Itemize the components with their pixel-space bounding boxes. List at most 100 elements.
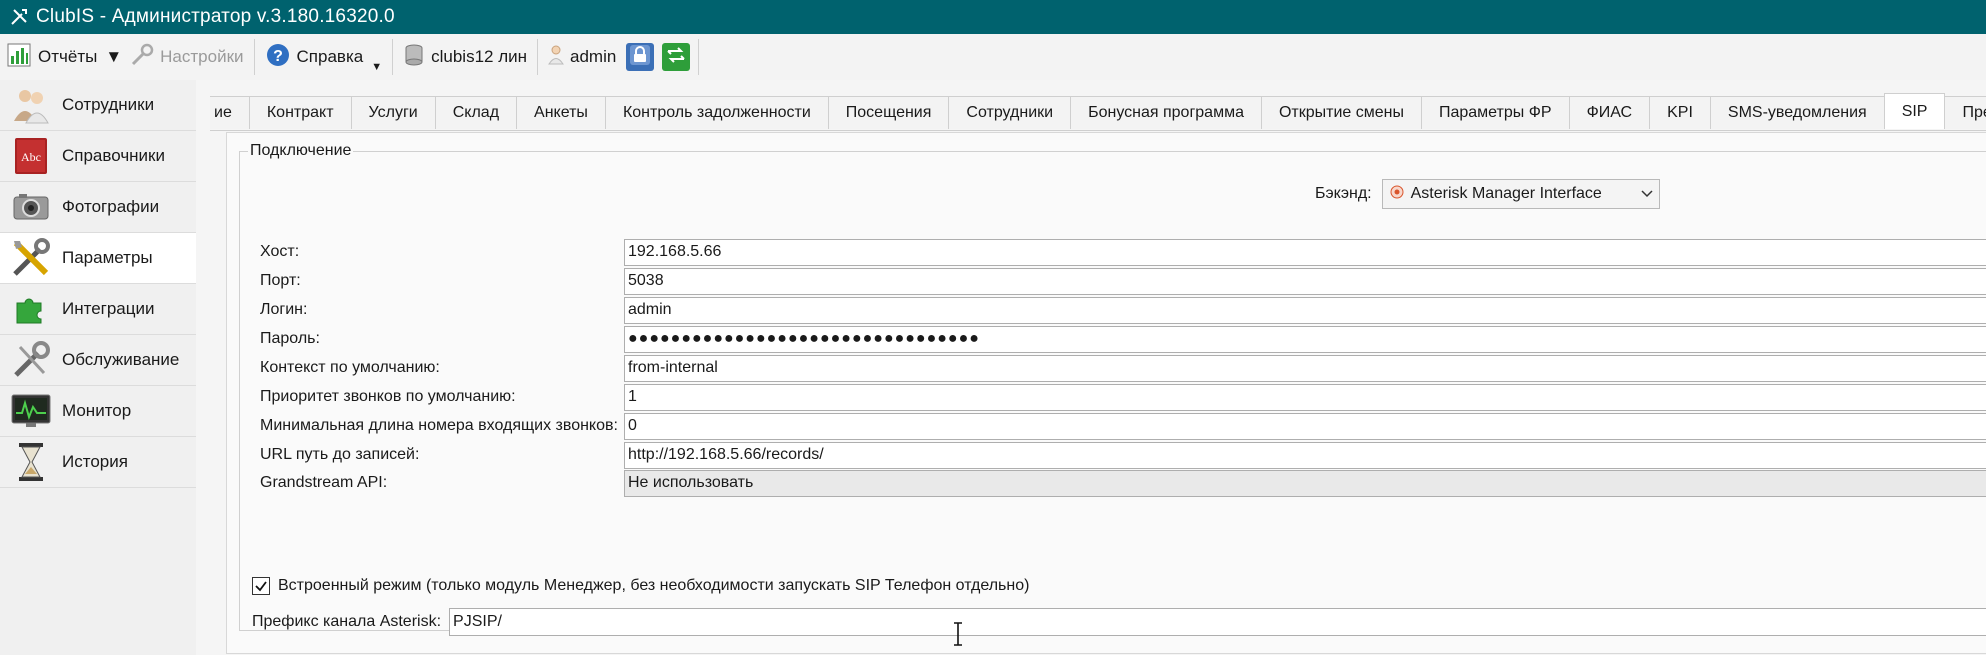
tab-warehouse[interactable]: Склад	[434, 96, 518, 129]
tab-fiscal-params[interactable]: Параметры ФР	[1420, 96, 1570, 129]
lock-icon	[629, 44, 651, 71]
settings-label: Настройки	[160, 47, 244, 66]
toolbar-divider	[253, 39, 255, 75]
sidebar-item-label: Справочники	[62, 146, 165, 165]
tab-services[interactable]: Услуги	[350, 96, 436, 129]
tab-kpi[interactable]: KPI	[1649, 96, 1711, 129]
tab-visits[interactable]: Посещения	[827, 96, 950, 129]
svg-text:?: ?	[273, 48, 283, 65]
puzzle-icon	[10, 288, 52, 330]
help-button[interactable]: ? Справка ▼	[259, 37, 389, 77]
context-row: Контекст по умолчанию: from-internal	[260, 354, 1986, 382]
toolbar: Отчёты ▼ Настройки ? Справка ▼ clubis12 …	[0, 34, 1986, 81]
tab-questionnaires[interactable]: Анкеты	[516, 96, 606, 129]
port-row: Порт: 5038	[260, 267, 1986, 295]
connection-group: Подключение Бэкэнд: Asterisk Manager Int…	[239, 142, 1986, 631]
host-label: Хост:	[260, 243, 300, 260]
window-title: ClubIS - Администратор v.3.180.16320.0	[36, 6, 395, 27]
records-url-label: URL путь до записей:	[260, 446, 420, 463]
embedded-mode-row: Встроенный режим (только модуль Менеджер…	[252, 577, 1029, 595]
toolbar-divider	[537, 39, 539, 75]
host-row: Хост: 192.168.5.66	[260, 238, 1986, 266]
backend-row: Бэкэнд: Asterisk Manager Interface	[1315, 179, 1660, 209]
app-tools-icon	[8, 6, 30, 28]
priority-input[interactable]: 1	[624, 383, 1986, 411]
database-icon	[403, 43, 425, 72]
database-label: clubis12 лин	[431, 47, 528, 66]
help-label: Справка	[296, 47, 364, 66]
user-label: admin	[570, 47, 617, 66]
reports-button[interactable]: Отчёты	[0, 37, 103, 77]
port-input[interactable]: 5038	[624, 267, 1986, 295]
camera-icon	[10, 186, 52, 228]
tab-shift-opening[interactable]: Открытие смены	[1260, 96, 1422, 129]
tab-sms[interactable]: SMS-уведомления	[1709, 96, 1885, 129]
embedded-mode-checkbox[interactable]	[252, 577, 270, 595]
wrench-icon	[130, 43, 154, 72]
caret-down-icon: ▼	[105, 47, 123, 66]
channel-prefix-label: Префикс канала Asterisk:	[252, 613, 442, 630]
login-input[interactable]: admin	[624, 296, 1986, 324]
settings-button[interactable]: Настройки	[124, 37, 249, 77]
reports-label: Отчёты	[38, 47, 98, 66]
sidebar-item-directories[interactable]: Abc Справочники	[0, 131, 196, 182]
sidebar-item-history[interactable]: История	[0, 437, 196, 488]
sidebar-item-label: Фотографии	[62, 197, 160, 216]
host-input[interactable]: 192.168.5.66	[624, 238, 1986, 266]
sidebar-item-label: Обслуживание	[62, 350, 180, 369]
hourglass-icon	[10, 441, 52, 483]
sidebar-item-label: Монитор	[62, 401, 132, 420]
embedded-mode-label[interactable]: Встроенный режим (только модуль Менеджер…	[278, 577, 1029, 595]
toolbar-divider	[392, 39, 394, 75]
wrench-icon	[10, 339, 52, 381]
lock-button[interactable]	[626, 43, 655, 71]
asterisk-icon	[1389, 184, 1405, 205]
min-length-label: Минимальная длина номера входящих звонко…	[260, 417, 618, 434]
grandstream-label: Grandstream API:	[260, 474, 388, 491]
password-label: Пароль:	[260, 330, 320, 347]
user-indicator[interactable]: admin	[542, 37, 622, 77]
records-url-row: URL путь до записей: http://192.168.5.66…	[260, 441, 1986, 469]
tab-debt-control[interactable]: Контроль задолженности	[604, 96, 829, 129]
database-indicator[interactable]: clubis12 лин	[397, 37, 533, 77]
records-url-input[interactable]: http://192.168.5.66/records/	[624, 441, 1986, 469]
sidebar-item-label: Интеграции	[62, 299, 155, 318]
tab-other[interactable]: ие	[210, 96, 250, 129]
tools-icon	[10, 237, 52, 279]
tab-bar: ие Контракт Услуги Склад Анкеты Контроль…	[210, 93, 1986, 131]
tab-next[interactable]: Пред	[1944, 96, 1986, 129]
tab-employees[interactable]: Сотрудники	[948, 96, 1072, 129]
tab-bonus-program[interactable]: Бонусная программа	[1070, 96, 1262, 129]
context-label: Контекст по умолчанию:	[260, 359, 440, 376]
login-row: Логин: admin	[260, 296, 1986, 324]
sidebar-item-employees[interactable]: Сотрудники	[0, 80, 196, 131]
text-cursor-icon	[952, 622, 964, 651]
user-icon	[548, 44, 564, 71]
backend-select[interactable]: Asterisk Manager Interface	[1381, 179, 1660, 209]
tab-contract[interactable]: Контракт	[248, 96, 352, 129]
context-input[interactable]: from-internal	[624, 354, 1986, 382]
chevron-down-icon	[1641, 185, 1653, 203]
sidebar-item-photos[interactable]: Фотографии	[0, 182, 196, 233]
switch-user-button[interactable]	[662, 43, 691, 71]
book-icon: Abc	[10, 135, 52, 177]
tab-fias[interactable]: ФИАС	[1568, 96, 1651, 129]
priority-label: Приоритет звонков по умолчанию:	[260, 388, 516, 405]
sidebar-item-integrations[interactable]: Интеграции	[0, 284, 196, 335]
grandstream-select[interactable]: Не использовать	[624, 469, 1986, 497]
tab-sip[interactable]: SIP	[1883, 93, 1946, 129]
min-length-input[interactable]: 0	[624, 412, 1986, 440]
group-title: Подключение	[248, 142, 354, 160]
sidebar: Сотрудники Abc Справочники Фотографии Па…	[0, 80, 197, 655]
sip-settings-panel: Подключение Бэкэнд: Asterisk Manager Int…	[226, 132, 1986, 654]
sidebar-item-parameters[interactable]: Параметры	[0, 233, 196, 284]
help-icon: ?	[265, 42, 291, 73]
sidebar-item-monitor[interactable]: Монитор	[0, 386, 196, 437]
sidebar-item-maintenance[interactable]: Обслуживание	[0, 335, 196, 386]
channel-prefix-input[interactable]: PJSIP/	[449, 608, 1986, 636]
sidebar-item-label: Параметры	[62, 248, 153, 267]
password-input[interactable]: ●●●●●●●●●●●●●●●●●●●●●●●●●●●●●●●●●	[624, 325, 1986, 353]
sidebar-item-label: История	[62, 452, 128, 471]
login-label: Логин:	[260, 301, 308, 318]
reports-dropdown-button[interactable]: ▼	[103, 37, 124, 77]
